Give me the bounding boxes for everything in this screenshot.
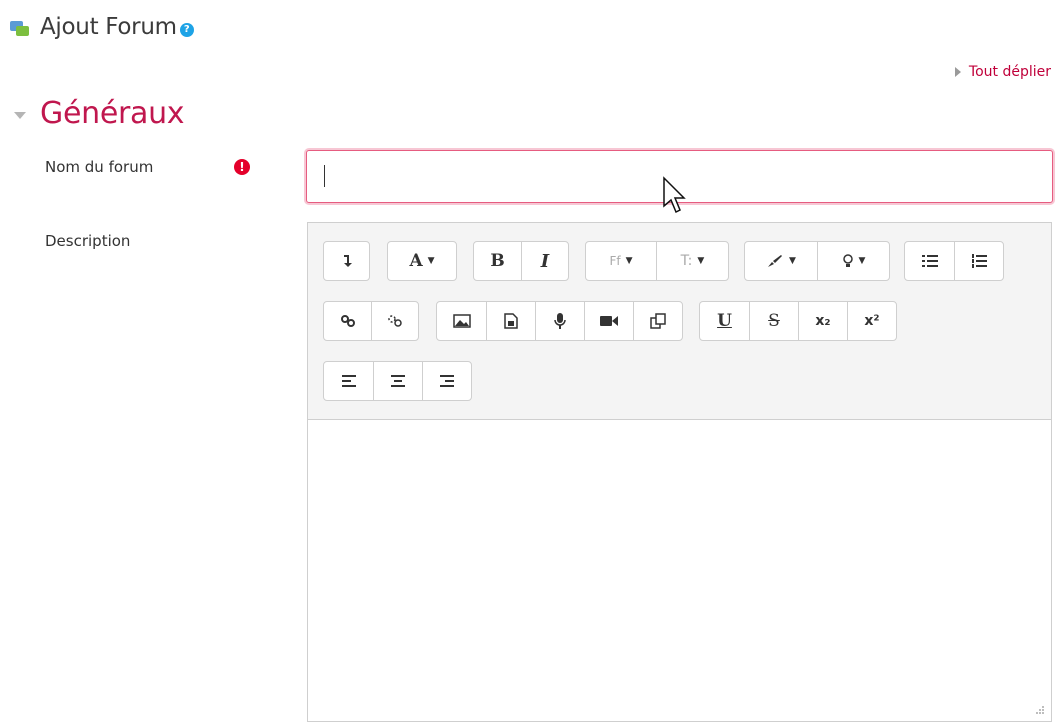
expand-all-link[interactable]: Tout déplier: [954, 64, 1051, 80]
paragraph-style-button[interactable]: A ▼: [388, 242, 456, 280]
image-icon: [452, 314, 471, 328]
description-content-area[interactable]: [308, 420, 1051, 720]
font-size-button[interactable]: T: ▼: [656, 242, 728, 280]
text-caret: [324, 165, 325, 187]
description-label: Description: [45, 232, 131, 250]
toolbar-group-style: A ▼: [387, 241, 457, 281]
font-family-button[interactable]: Ff ▼: [586, 242, 656, 280]
bullet-list-icon: [921, 255, 938, 267]
superscript-icon: x²: [864, 313, 880, 329]
copy-files-icon: [650, 313, 666, 329]
subscript-button[interactable]: x₂: [798, 302, 847, 340]
highlight-color-button[interactable]: ▼: [817, 242, 889, 280]
expand-all-label: Tout déplier: [968, 64, 1051, 80]
font-family-icon: Ff: [609, 254, 621, 268]
bold-icon: B: [490, 251, 505, 271]
font-color-button[interactable]: ▼: [745, 242, 817, 280]
bulb-icon: [842, 253, 853, 267]
align-right-icon: [440, 375, 454, 387]
bold-button[interactable]: B: [474, 242, 521, 280]
toolbar-group-text: B I: [473, 241, 569, 281]
toolbar-group-format: U S x₂ x²: [699, 301, 897, 341]
section-general-toggle[interactable]: Généraux: [14, 96, 185, 131]
unlink-button[interactable]: [371, 302, 418, 340]
numbered-list-icon: [972, 254, 987, 268]
toolbar-group-lists: [904, 241, 1004, 281]
toolbar-group-align: [323, 361, 472, 401]
align-center-icon: [391, 375, 405, 387]
superscript-button[interactable]: x²: [847, 302, 896, 340]
unordered-list-button[interactable]: [905, 242, 954, 280]
font-style-icon: A: [409, 251, 423, 271]
italic-icon: I: [540, 250, 550, 272]
toolbar-toggle-button[interactable]: [324, 242, 369, 280]
caret-down-icon: [14, 112, 26, 119]
forum-icon: [8, 14, 34, 40]
page-title: Ajout Forum: [40, 14, 177, 40]
underline-button[interactable]: U: [700, 302, 749, 340]
manage-files-button[interactable]: [633, 302, 682, 340]
toolbar-group-links: [323, 301, 419, 341]
video-camera-icon: [600, 316, 618, 326]
brush-icon: [768, 255, 783, 267]
insert-image-button[interactable]: [437, 302, 486, 340]
unlink-icon: [388, 315, 402, 327]
section-title: Généraux: [40, 96, 185, 131]
italic-button[interactable]: I: [521, 242, 568, 280]
toolbar-group-media: [436, 301, 683, 341]
record-audio-button[interactable]: [535, 302, 584, 340]
triangle-right-icon: [954, 67, 961, 77]
link-button[interactable]: [324, 302, 371, 340]
record-video-button[interactable]: [584, 302, 633, 340]
mouse-cursor-icon: [663, 176, 686, 214]
page-header: Ajout Forum ?: [8, 14, 194, 40]
toolbar-group-color: ▼ ▼: [744, 241, 890, 281]
toolbar-group-font: Ff ▼ T: ▼: [585, 241, 729, 281]
ordered-list-button[interactable]: [954, 242, 1003, 280]
editor-toolbar: A ▼ B I Ff ▼ T: ▼ ▼ ▼ U S x₂ x²: [308, 223, 1051, 420]
subscript-icon: x₂: [815, 313, 831, 329]
forum-name-label: Nom du forum: [45, 158, 154, 176]
required-icon: !: [234, 159, 250, 175]
collapse-icon: [343, 255, 352, 267]
strikethrough-icon: S: [768, 311, 780, 331]
align-right-button[interactable]: [422, 362, 471, 400]
insert-media-button[interactable]: [486, 302, 535, 340]
align-left-button[interactable]: [324, 362, 373, 400]
align-center-button[interactable]: [373, 362, 422, 400]
microphone-icon: [554, 313, 566, 329]
media-file-icon: [504, 313, 518, 329]
font-size-icon: T:: [680, 253, 693, 269]
align-left-icon: [341, 375, 356, 387]
help-icon[interactable]: ?: [179, 23, 194, 37]
strikethrough-button[interactable]: S: [749, 302, 798, 340]
toolbar-group-collapse: [323, 241, 370, 281]
underline-icon: U: [717, 311, 732, 331]
link-icon: [340, 315, 355, 327]
description-editor: A ▼ B I Ff ▼ T: ▼ ▼ ▼ U S x₂ x²: [307, 222, 1052, 722]
